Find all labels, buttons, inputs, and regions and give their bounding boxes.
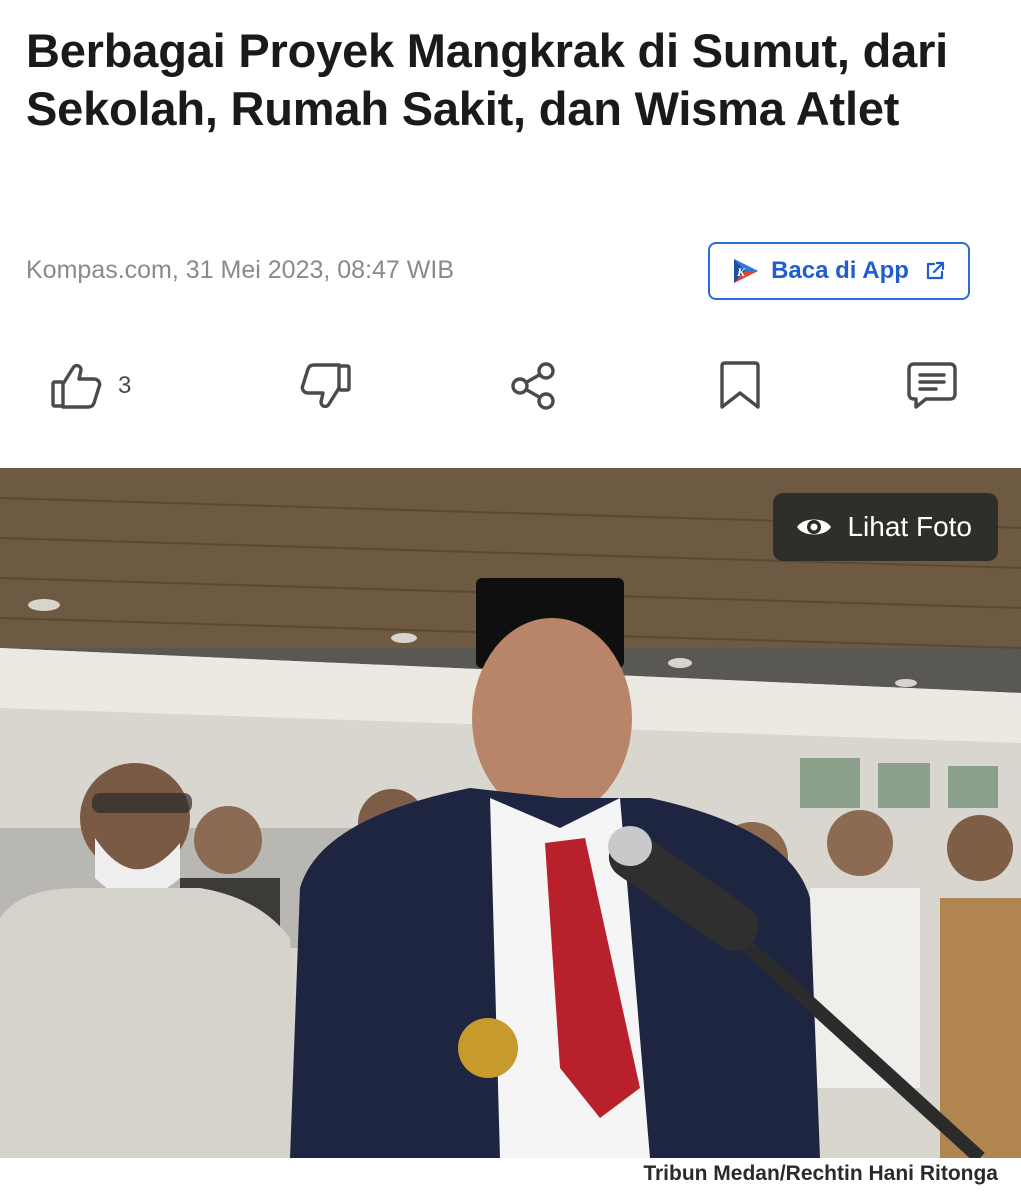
bookmark-button[interactable] [712, 358, 768, 414]
view-photo-button[interactable]: Lihat Foto [773, 493, 998, 561]
comment-icon [907, 362, 957, 409]
share-icon [511, 362, 555, 410]
thumbs-down-icon [300, 363, 351, 409]
comment-button[interactable] [904, 358, 960, 414]
read-in-app-button[interactable]: K Baca di App [708, 242, 970, 300]
thumbs-up-icon [51, 363, 102, 409]
action-bar: 3 [0, 350, 1021, 420]
view-photo-label: Lihat Foto [847, 511, 972, 542]
read-in-app-label: Baca di App [771, 257, 909, 284]
like-button[interactable]: 3 [48, 358, 131, 414]
like-count: 3 [118, 372, 132, 399]
svg-text:K: K [736, 265, 746, 279]
article-title: Berbagai Proyek Mangkrak di Sumut, dari … [26, 24, 949, 135]
share-button[interactable] [505, 358, 561, 414]
photo-caption: Tribun Medan/Rechtin Hani Ritonga [643, 1162, 998, 1185]
bookmark-icon [720, 361, 760, 409]
article-meta: Kompas.com, 31 Mei 2023, 08:47 WIB [26, 256, 454, 284]
eye-icon [797, 519, 832, 535]
kompas-app-icon: K [734, 259, 759, 283]
press-conference-photo [0, 468, 1021, 1158]
article-photo[interactable]: Lihat Foto [0, 468, 1021, 1158]
dislike-button[interactable] [298, 358, 354, 414]
external-link-icon [926, 261, 945, 280]
